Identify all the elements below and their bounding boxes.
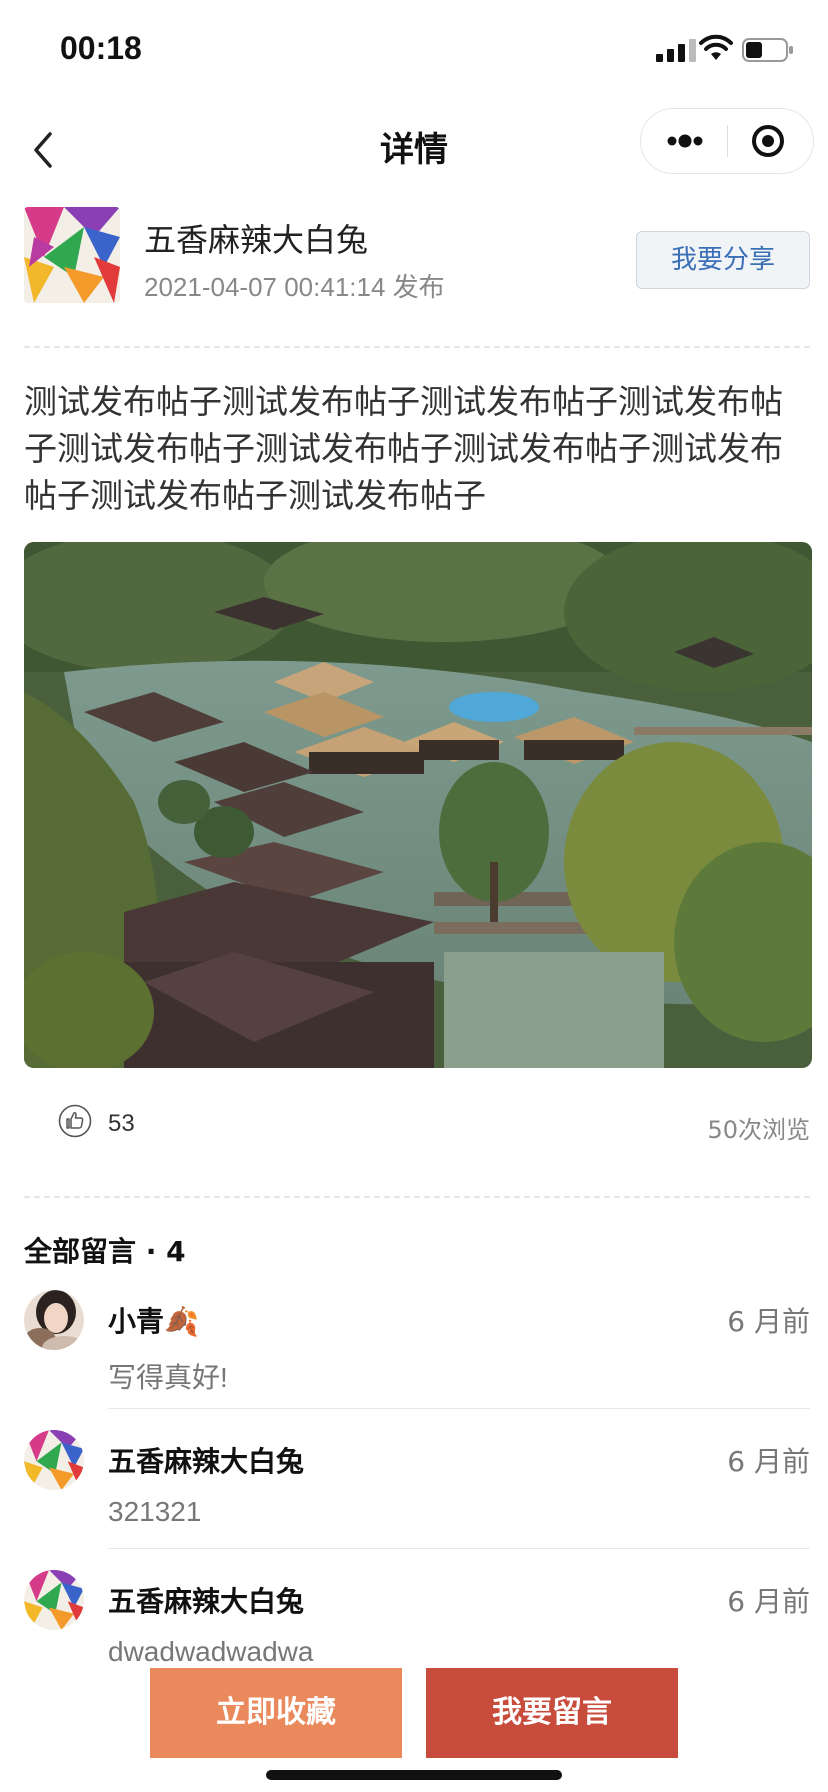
share-button[interactable]: 我要分享 [636, 231, 810, 289]
status-bar: 00:18 [0, 0, 828, 100]
commenter-name: 五香麻辣大白兔 [108, 1585, 305, 1618]
comment-time: 6 月前 [727, 1585, 810, 1618]
commenter-name: 五香麻辣大白兔 [108, 1445, 305, 1478]
publish-time: 2021-04-07 00:41:14 发布 [144, 272, 445, 302]
commenter-avatar[interactable] [24, 1430, 84, 1490]
post-image[interactable] [24, 542, 812, 1068]
commenter-avatar[interactable] [24, 1570, 84, 1630]
like-count: 53 [108, 1110, 135, 1137]
view-count: 50次浏览 [707, 1116, 810, 1144]
comment-time: 6 月前 [727, 1305, 810, 1338]
post-author: 五香麻辣大白兔 2021-04-07 00:41:14 发布 我要分享 [0, 205, 828, 305]
cellular-signal-icon [656, 39, 696, 62]
thumbs-up-icon[interactable] [58, 1104, 92, 1138]
author-name[interactable]: 五香麻辣大白兔 [144, 215, 368, 261]
commenter-name: 小青🍂 [108, 1305, 199, 1338]
bottom-action-bar: 立即收藏 我要留言 [0, 1664, 828, 1792]
back-arrow-icon[interactable] [24, 118, 64, 182]
comment-item: 五香麻辣大白兔 6 月前 321321 [0, 1430, 828, 1570]
commenter-avatar[interactable] [24, 1290, 84, 1350]
comment-divider [108, 1548, 810, 1549]
comment-divider [108, 1408, 810, 1409]
mini-program-capsule [640, 108, 814, 174]
divider [24, 1196, 810, 1198]
post-stats: 53 50次浏览 [0, 1100, 828, 1144]
comment-time: 6 月前 [727, 1445, 810, 1478]
comment-text: 写得真好! [108, 1362, 228, 1393]
comments-title: 全部留言 · 4 [24, 1235, 186, 1268]
battery-icon [742, 38, 793, 62]
divider [24, 346, 810, 348]
comment-item: 小青🍂 6 月前 写得真好! [0, 1290, 828, 1430]
status-time: 00:18 [60, 30, 142, 66]
more-options-icon[interactable] [641, 109, 727, 173]
collect-button[interactable]: 立即收藏 [150, 1668, 402, 1758]
navigation-bar: 详情 [0, 100, 828, 200]
close-mini-program-icon[interactable] [728, 109, 813, 173]
comment-text: 321321 [108, 1496, 202, 1527]
post-content: 测试发布帖子测试发布帖子测试发布帖子测试发布帖子测试发布帖子测试发布帖子测试发布… [24, 382, 783, 515]
author-avatar[interactable] [24, 207, 120, 303]
leave-comment-button[interactable]: 我要留言 [426, 1668, 678, 1758]
home-indicator [266, 1770, 562, 1780]
wifi-icon [699, 34, 733, 60]
